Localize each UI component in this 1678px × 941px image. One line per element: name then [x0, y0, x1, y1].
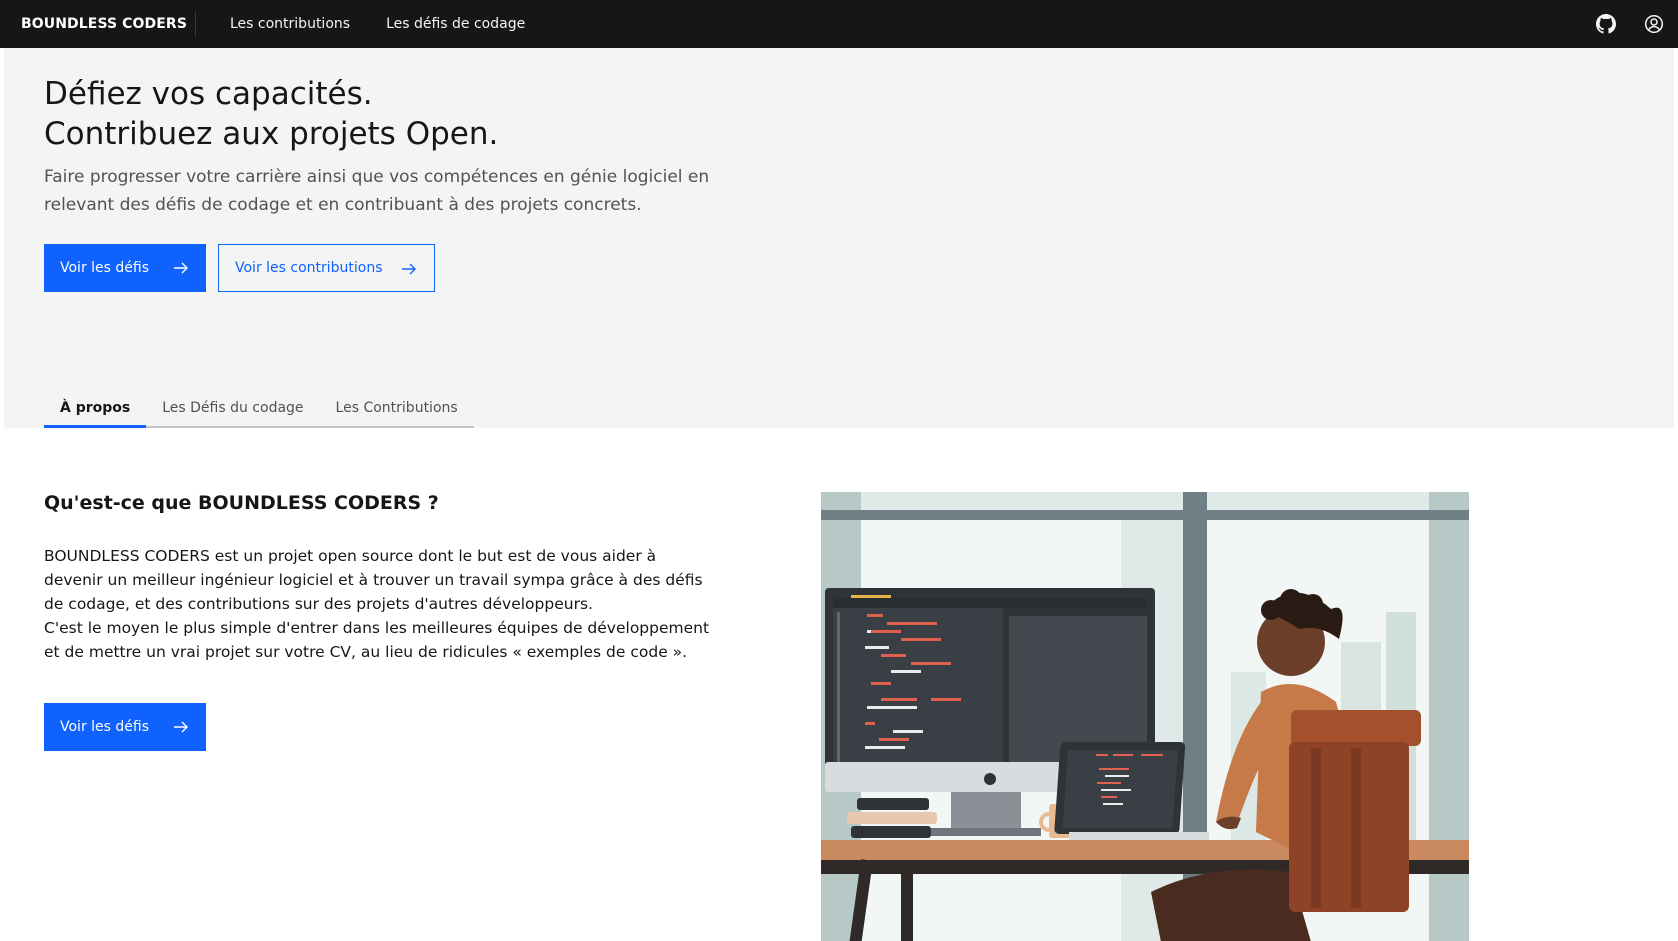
tab-coding-challenges[interactable]: Les Défis du codage: [146, 392, 320, 428]
view-contributions-label: Voir les contributions: [235, 260, 383, 276]
hero-title-line-2: Contribuez aux projets Open.: [44, 116, 499, 152]
about-brand-inline: BOUNDLESS CODERS: [44, 547, 210, 565]
about-view-challenges-label: Voir les défis: [60, 719, 150, 735]
view-challenges-button[interactable]: Voir les défis: [44, 244, 206, 292]
about-title: Qu'est-ce que BOUNDLESS CODERS ?: [44, 492, 439, 514]
tab-about[interactable]: À propos: [44, 392, 147, 428]
arrow-right-icon: [174, 262, 188, 274]
hero-title-line-1: Défiez vos capacités.: [44, 76, 373, 112]
nav-coding-challenges[interactable]: Les défis de codage: [368, 0, 543, 48]
arrow-right-icon: [402, 263, 416, 275]
top-header: BOUNDLESS CODERS Les contributions Les d…: [0, 0, 1678, 48]
hero-title: Défiez vos capacités. Contribuez aux pro…: [44, 74, 498, 154]
user-avatar-icon[interactable]: [1630, 0, 1678, 48]
github-icon[interactable]: [1582, 0, 1630, 48]
about-description: BOUNDLESS CODERS est un projet open sour…: [44, 544, 714, 664]
nav-contributions[interactable]: Les contributions: [212, 0, 368, 48]
arrow-right-icon: [174, 721, 188, 733]
developer-illustration: [821, 492, 1469, 941]
hero-section: Défiez vos capacités. Contribuez aux pro…: [4, 48, 1674, 428]
tab-contributions[interactable]: Les Contributions: [319, 392, 474, 428]
hero-subtitle: Faire progresser votre carrière ainsi qu…: [44, 167, 710, 215]
main-nav: Les contributions Les défis de codage: [196, 0, 543, 48]
about-paragraph-2: C'est le moyen le plus simple d'entrer d…: [44, 619, 710, 661]
view-contributions-button[interactable]: Voir les contributions: [218, 244, 435, 292]
about-view-challenges-button[interactable]: Voir les défis: [44, 703, 206, 751]
view-challenges-label: Voir les défis: [60, 260, 150, 276]
header-actions: [1582, 0, 1678, 48]
brand-logo[interactable]: BOUNDLESS CODERS: [0, 11, 196, 37]
section-tabs: À propos Les Défis du codage Les Contrib…: [44, 392, 474, 428]
